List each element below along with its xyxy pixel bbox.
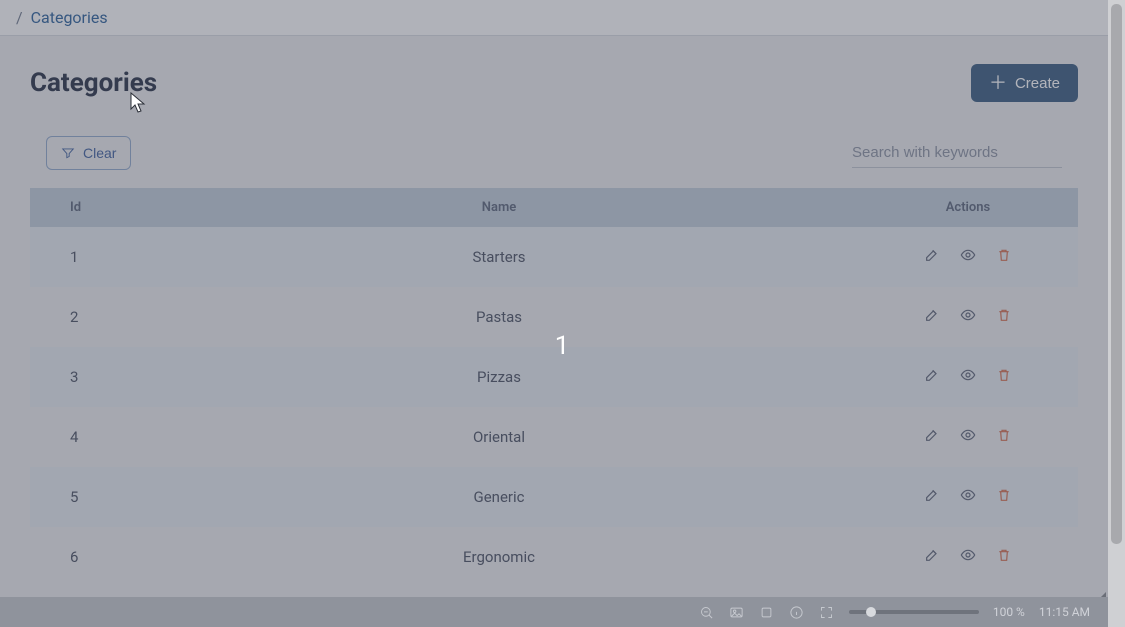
delete-button[interactable]: [994, 245, 1014, 265]
edit-icon: [924, 247, 940, 263]
table-row: 4Oriental: [30, 407, 1078, 467]
vertical-scrollbar[interactable]: [1108, 0, 1125, 627]
edit-icon: [924, 307, 940, 323]
edit-icon: [924, 547, 940, 563]
trash-icon: [996, 427, 1012, 443]
create-button-label: Create: [1015, 75, 1060, 92]
clock-time: 11:15 AM: [1039, 605, 1090, 619]
table-row: 5Generic: [30, 467, 1078, 527]
zoom-slider[interactable]: [849, 610, 979, 614]
edit-button[interactable]: [922, 245, 942, 265]
breadcrumb-current[interactable]: Categories: [31, 8, 108, 27]
eye-icon: [960, 307, 976, 323]
zoom-slider-handle[interactable]: [866, 607, 876, 617]
edit-icon: [924, 487, 940, 503]
cell-name: Starters: [140, 227, 858, 287]
zoom-out-icon[interactable]: [699, 604, 715, 620]
edit-button[interactable]: [922, 425, 942, 445]
trash-icon: [996, 487, 1012, 503]
clear-button-label: Clear: [83, 145, 116, 161]
cell-id: 5: [30, 467, 140, 527]
table-row: 3Pizzas: [30, 347, 1078, 407]
status-bar: 100 % 11:15 AM: [0, 597, 1108, 627]
cell-name: Pizzas: [140, 347, 858, 407]
edit-icon: [924, 427, 940, 443]
edit-button[interactable]: [922, 545, 942, 565]
cell-id: 1: [30, 227, 140, 287]
create-button[interactable]: ＋ Create: [971, 64, 1078, 102]
breadcrumb: / Categories: [0, 0, 1108, 36]
cell-actions: [858, 347, 1078, 407]
cell-name: Pastas: [140, 287, 858, 347]
view-button[interactable]: [958, 425, 978, 445]
eye-icon: [960, 547, 976, 563]
breadcrumb-separator: /: [16, 8, 23, 27]
table-row: 6Ergonomic: [30, 527, 1078, 587]
cell-actions: [858, 227, 1078, 287]
zoom-level: 100 %: [993, 605, 1025, 619]
view-button[interactable]: [958, 545, 978, 565]
trash-icon: [996, 307, 1012, 323]
filter-icon: [61, 146, 75, 160]
categories-table: Id Name Actions 1Starters2Pastas3Pizzas4…: [30, 188, 1078, 587]
view-button[interactable]: [958, 365, 978, 385]
search-input[interactable]: [852, 138, 1062, 168]
delete-button[interactable]: [994, 365, 1014, 385]
scrollbar-thumb[interactable]: [1111, 4, 1122, 544]
view-button[interactable]: [958, 305, 978, 325]
page-title: Categories: [30, 68, 157, 98]
cell-actions: [858, 287, 1078, 347]
cell-name: Generic: [140, 467, 858, 527]
cell-actions: [858, 467, 1078, 527]
cell-name: Oriental: [140, 407, 858, 467]
expand-icon[interactable]: [819, 604, 835, 620]
cell-name: Ergonomic: [140, 527, 858, 587]
delete-button[interactable]: [994, 425, 1014, 445]
clear-filters-button[interactable]: Clear: [46, 136, 131, 170]
edit-button[interactable]: [922, 485, 942, 505]
info-icon[interactable]: [789, 604, 805, 620]
eye-icon: [960, 427, 976, 443]
view-button[interactable]: [958, 245, 978, 265]
cell-actions: [858, 527, 1078, 587]
trash-icon: [996, 547, 1012, 563]
delete-button[interactable]: [994, 305, 1014, 325]
cell-id: 6: [30, 527, 140, 587]
eye-icon: [960, 487, 976, 503]
eye-icon: [960, 247, 976, 263]
cell-id: 2: [30, 287, 140, 347]
square-icon[interactable]: [759, 604, 775, 620]
table-row: 2Pastas: [30, 287, 1078, 347]
delete-button[interactable]: [994, 485, 1014, 505]
trash-icon: [996, 367, 1012, 383]
eye-icon: [960, 367, 976, 383]
table-row: 1Starters: [30, 227, 1078, 287]
delete-button[interactable]: [994, 545, 1014, 565]
cell-id: 4: [30, 407, 140, 467]
col-header-id[interactable]: Id: [30, 188, 140, 227]
view-button[interactable]: [958, 485, 978, 505]
edit-icon: [924, 367, 940, 383]
cell-id: 3: [30, 347, 140, 407]
edit-button[interactable]: [922, 305, 942, 325]
trash-icon: [996, 247, 1012, 263]
col-header-actions: Actions: [858, 188, 1078, 227]
col-header-name[interactable]: Name: [140, 188, 858, 227]
cell-actions: [858, 407, 1078, 467]
image-icon[interactable]: [729, 604, 745, 620]
edit-button[interactable]: [922, 365, 942, 385]
plus-icon: ＋: [989, 74, 1007, 92]
